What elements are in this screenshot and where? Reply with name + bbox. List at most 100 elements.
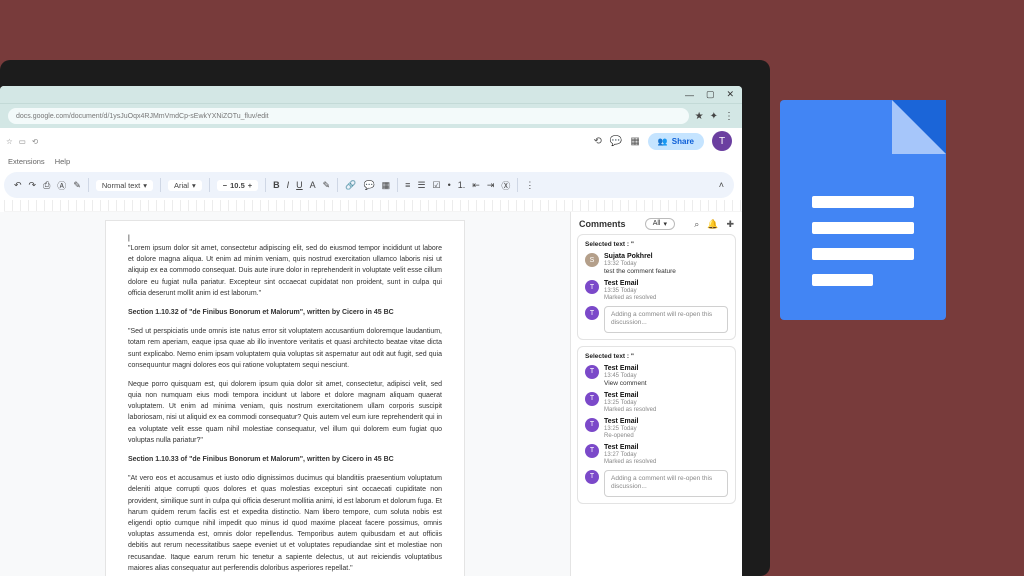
comments-title: Comments: [579, 219, 626, 229]
thread-selected-text: Selected text : ": [585, 241, 728, 248]
minimize-icon[interactable]: —: [685, 90, 694, 100]
format-toolbar: ↶ ↷ ⎙ Ⓐ ✎ Normal text▾ Arial▾ −10.5+ B I…: [4, 172, 734, 198]
cloud-icon[interactable]: ⟲: [32, 137, 38, 146]
maximize-icon[interactable]: ▢: [706, 89, 715, 100]
comment-avatar: T: [585, 365, 599, 379]
add-comment-icon[interactable]: 💬: [363, 180, 374, 191]
insert-image-icon[interactable]: ▦: [382, 180, 391, 191]
browser-toolbar: docs.google.com/document/d/1ysJuOqx4RJMm…: [0, 104, 742, 128]
doc-paragraph: "Lorem ipsum dolor sit amet, consectetur…: [128, 243, 442, 299]
more-icon[interactable]: ⋮: [525, 180, 534, 191]
screen: — ▢ ✕ docs.google.com/document/d/1ysJuOq…: [0, 86, 742, 576]
chevron-down-icon: ▾: [192, 181, 196, 190]
search-icon[interactable]: ⌕: [694, 219, 699, 230]
reply-row: T Adding a comment will re-open this disc…: [585, 470, 728, 497]
comment-entry: TTest Email13:25 TodayMarked as resolved: [585, 392, 728, 413]
chevron-down-icon: ▾: [143, 181, 147, 190]
bullet-list-icon[interactable]: •: [448, 180, 451, 190]
bell-icon[interactable]: 🔔: [707, 219, 718, 230]
monitor-frame: — ▢ ✕ docs.google.com/document/d/1ysJuOq…: [0, 60, 770, 576]
reply-input[interactable]: Adding a comment will re-open this discu…: [604, 470, 728, 497]
comment-time: 13:25 Today: [604, 400, 728, 406]
comments-header: Comments All▾ ⌕ 🔔 ✚: [571, 212, 742, 234]
comment-avatar: T: [585, 470, 599, 484]
comment-time: 13:25 Today: [604, 426, 728, 432]
comment-author: Test Email: [604, 365, 728, 372]
comment-author: Sujata Pokhrel: [604, 253, 728, 260]
comment-thread[interactable]: Selected text : "TTest Email13:45 TodayV…: [577, 346, 736, 504]
increase-indent-icon[interactable]: ⇥: [487, 180, 495, 191]
url-input[interactable]: docs.google.com/document/d/1ysJuOqx4RJMm…: [8, 108, 689, 124]
share-label: Share: [672, 137, 694, 146]
text-color-icon[interactable]: A: [310, 180, 316, 190]
comment-status: Marked as resolved: [604, 295, 728, 301]
workspace: "Lorem ipsum dolor sit amet, consectetur…: [0, 212, 742, 576]
doc-paragraph: Neque porro quisquam est, qui dolorem ip…: [128, 379, 442, 446]
comment-time: 13:35 Today: [604, 288, 728, 294]
share-button[interactable]: 👥 Share: [648, 133, 704, 150]
comment-entry: S Sujata Pokhrel13:32 Todaytest the comme…: [585, 253, 728, 275]
comment-avatar: T: [585, 392, 599, 406]
comment-author: Test Email: [604, 280, 728, 287]
move-icon[interactable]: ▭: [19, 137, 26, 146]
comment-author: Test Email: [604, 444, 728, 451]
comments-body: Selected text : " S Sujata Pokhrel13:32 To…: [571, 234, 742, 576]
align-icon[interactable]: ≡: [405, 180, 410, 190]
print-icon[interactable]: ⎙: [43, 180, 50, 191]
comments-filter[interactable]: All▾: [645, 218, 675, 230]
menu-extensions[interactable]: Extensions: [8, 157, 45, 166]
google-docs-logo: [780, 100, 946, 320]
paint-format-icon[interactable]: ✎: [73, 180, 81, 191]
thread-selected-text: Selected text : ": [585, 353, 728, 360]
reply-input[interactable]: Adding a comment will re-open this discu…: [604, 306, 728, 333]
checklist-icon[interactable]: ☑: [433, 180, 441, 191]
document-page[interactable]: "Lorem ipsum dolor sit amet, consectetur…: [105, 220, 465, 576]
undo-icon[interactable]: ↶: [14, 180, 22, 191]
extension-icon[interactable]: ★: [695, 111, 704, 122]
new-comment-icon[interactable]: ✚: [726, 219, 734, 230]
doc-heading: Section 1.10.32 of "de Finibus Bonorum e…: [128, 307, 442, 318]
comment-avatar: S: [585, 253, 599, 267]
avatar[interactable]: T: [712, 131, 732, 151]
comment-icon[interactable]: 💬: [610, 136, 622, 147]
ruler[interactable]: [4, 200, 742, 212]
numbered-list-icon[interactable]: 1.: [458, 180, 466, 190]
menu-bar: Extensions Help: [0, 154, 742, 168]
history-icon[interactable]: ⟲: [594, 136, 602, 147]
underline-icon[interactable]: U: [296, 180, 303, 190]
clear-format-icon[interactable]: Ⓧ: [501, 179, 510, 192]
docs-header: ☆ ▭ ⟲ ⟲ 💬 ▦ 👥 Share T: [0, 128, 742, 154]
italic-icon[interactable]: I: [287, 180, 290, 190]
puzzle-icon[interactable]: ✦: [710, 111, 718, 122]
comment-time: 13:32 Today: [604, 261, 728, 267]
font-size-input[interactable]: −10.5+: [217, 180, 258, 191]
font-select[interactable]: Arial▾: [168, 180, 202, 191]
line-spacing-icon[interactable]: ☰: [417, 180, 425, 191]
comment-time: 13:27 Today: [604, 452, 728, 458]
page-area[interactable]: "Lorem ipsum dolor sit amet, consectetur…: [0, 212, 570, 576]
comment-text: test the comment feature: [604, 268, 728, 275]
comment-thread[interactable]: Selected text : " S Sujata Pokhrel13:32 To…: [577, 234, 736, 340]
collapse-toolbar-icon[interactable]: ˄: [719, 180, 724, 190]
cursor-line: [128, 235, 442, 243]
comment-avatar: T: [585, 280, 599, 294]
comment-status: Marked as resolved: [604, 459, 728, 465]
bold-icon[interactable]: B: [273, 180, 280, 190]
style-select[interactable]: Normal text▾: [96, 180, 153, 191]
menu-help[interactable]: Help: [55, 157, 70, 166]
overflow-icon[interactable]: ⋮: [724, 111, 734, 122]
lock-icon: 👥: [658, 137, 668, 146]
comment-entry: TTest Email13:25 TodayRe-opened: [585, 418, 728, 439]
star-icon[interactable]: ☆: [6, 137, 13, 146]
spellcheck-icon[interactable]: Ⓐ: [57, 179, 66, 192]
highlight-icon[interactable]: ✎: [323, 180, 331, 191]
comment-entry: T Test Email13:35 TodayMarked as resolved: [585, 280, 728, 301]
meet-icon[interactable]: ▦: [630, 136, 639, 147]
doc-paragraph: "At vero eos et accusamus et iusto odio …: [128, 473, 442, 574]
reply-row: T Adding a comment will re-open this disc…: [585, 306, 728, 333]
link-icon[interactable]: 🔗: [345, 180, 356, 191]
redo-icon[interactable]: ↷: [29, 180, 37, 191]
comment-avatar: T: [585, 306, 599, 320]
decrease-indent-icon[interactable]: ⇤: [472, 180, 480, 191]
close-icon[interactable]: ✕: [726, 89, 734, 100]
